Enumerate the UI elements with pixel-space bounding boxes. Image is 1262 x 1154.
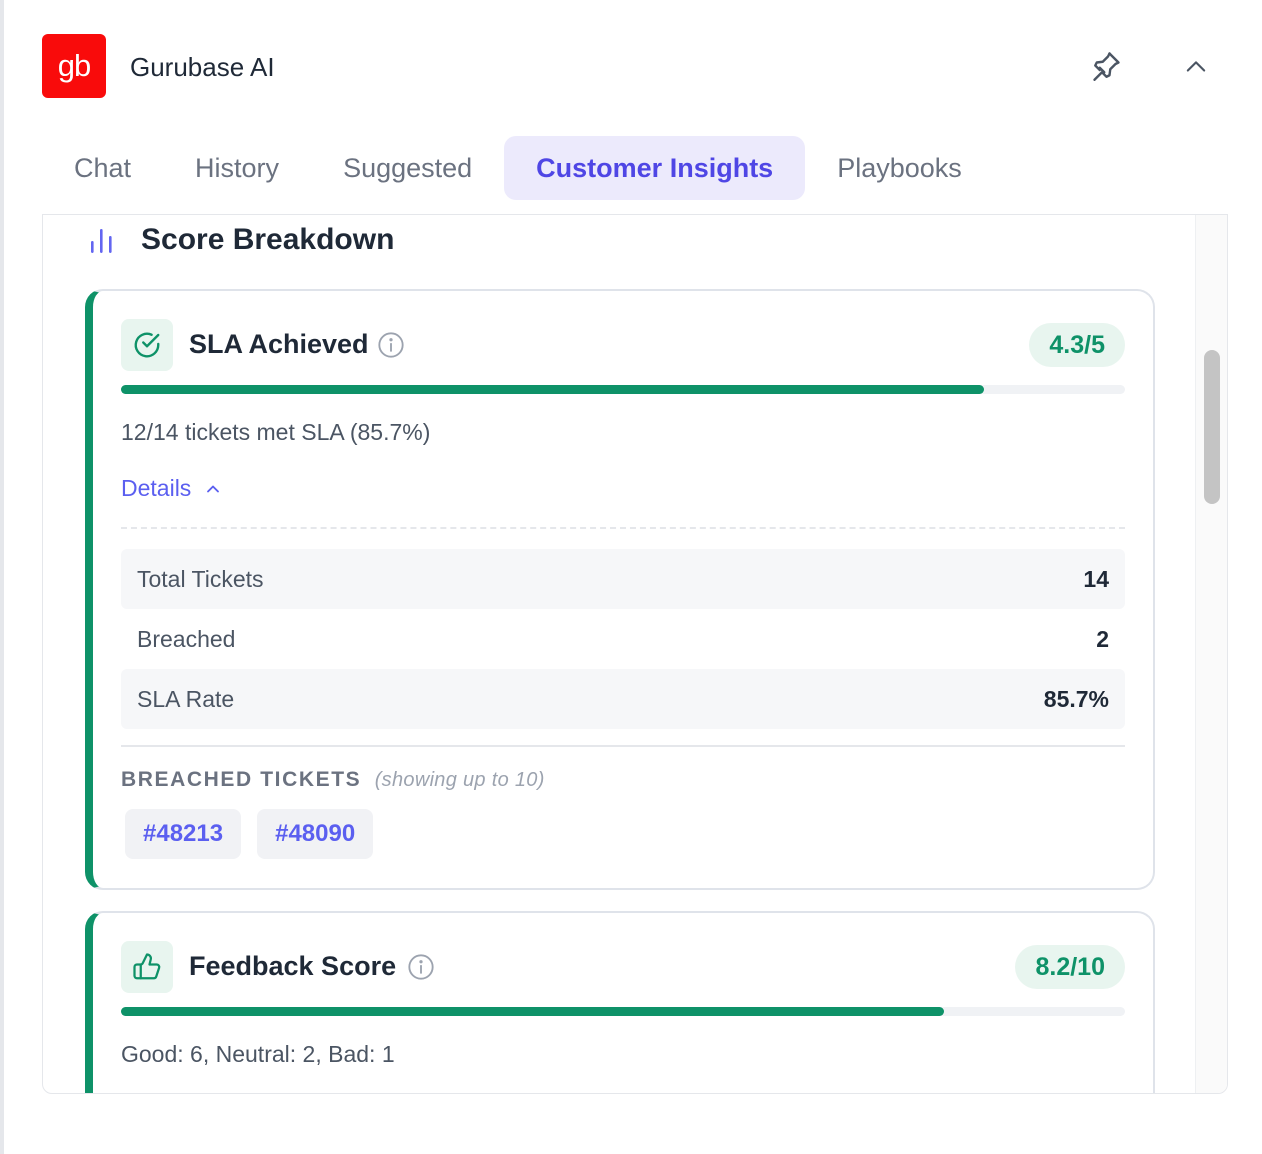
ticket-chip[interactable]: #48213: [125, 809, 242, 859]
stat-value: 2: [1096, 625, 1109, 652]
sla-progress-fill: [121, 385, 985, 394]
feedback-score-badge: 8.2/10: [1015, 945, 1125, 989]
sla-icon-badge: [121, 319, 173, 371]
feedback-progress-fill: [121, 1007, 945, 1016]
breached-heading-text: BREACHED TICKETS: [121, 768, 362, 791]
sla-stats: Total Tickets 14 Breached 2 SLA Rate 85.…: [121, 549, 1125, 729]
tab-suggested[interactable]: Suggested: [311, 136, 504, 200]
stats-divider: [121, 745, 1125, 747]
stat-row: SLA Rate 85.7%: [121, 669, 1125, 729]
stat-row: Total Tickets 14: [121, 549, 1125, 609]
stat-label: Breached: [137, 625, 236, 652]
ticket-chip[interactable]: #48090: [257, 809, 374, 859]
tab-bar: Chat History Suggested Customer Insights…: [42, 136, 994, 200]
scrollbar-thumb[interactable]: [1204, 350, 1220, 504]
scrollbar-track[interactable]: [1195, 215, 1227, 1093]
breached-note: (showing up to 10): [374, 769, 545, 791]
stat-value: 14: [1083, 565, 1109, 592]
stat-value: 85.7%: [1043, 685, 1109, 712]
details-label: Details: [121, 475, 192, 501]
tab-customer-insights[interactable]: Customer Insights: [504, 136, 806, 200]
section-title: Score Breakdown: [141, 223, 395, 256]
sla-summary: 12/14 tickets met SLA (85.7%): [121, 419, 431, 445]
feedback-icon-badge: [121, 941, 173, 993]
section-header: Score Breakdown: [89, 223, 394, 257]
feedback-summary: Good: 6, Neutral: 2, Bad: 1: [121, 1041, 395, 1067]
feedback-title: Feedback Score: [189, 951, 397, 981]
app-title: Gurubase AI: [130, 52, 275, 82]
bar-chart-icon: [91, 229, 112, 253]
chevron-up-icon: [207, 485, 220, 492]
details-divider: [121, 527, 1125, 529]
feedback-card: Feedback Score 8.2/10 Good: 6, Neutral: …: [85, 911, 1155, 1093]
info-icon[interactable]: [377, 331, 405, 359]
tab-chat[interactable]: Chat: [42, 136, 163, 200]
app-header: gb Gurubase AI: [42, 34, 1222, 98]
breached-ticket-list: #48213 #48090: [125, 809, 374, 859]
window-left-edge: [0, 0, 4, 1154]
stat-row: Breached 2: [121, 609, 1125, 669]
thumbs-up-icon: [133, 953, 161, 980]
collapse-button[interactable]: [1177, 48, 1215, 86]
insights-panel: Score Breakdown SLA Achieved 4.3/5 12/14…: [42, 214, 1228, 1094]
app-logo: gb: [42, 34, 106, 98]
pin-icon: [1093, 52, 1120, 81]
breached-heading: BREACHED TICKETS (showing up to 10): [121, 768, 545, 792]
sla-score-badge: 4.3/5: [1029, 323, 1125, 367]
chevron-up-icon: [1186, 61, 1206, 72]
sla-card: SLA Achieved 4.3/5 12/14 tickets met SLA…: [85, 289, 1155, 890]
stat-label: SLA Rate: [137, 685, 235, 712]
info-icon[interactable]: [407, 953, 435, 981]
sla-title: SLA Achieved: [189, 329, 369, 359]
check-circle-icon: [134, 332, 160, 358]
feedback-progress-track: [121, 1007, 1125, 1016]
pin-button[interactable]: [1086, 48, 1124, 86]
tab-history[interactable]: History: [163, 136, 311, 200]
sla-progress-track: [121, 385, 1125, 394]
details-toggle[interactable]: Details: [121, 475, 223, 502]
stat-label: Total Tickets: [137, 565, 264, 592]
tab-playbooks[interactable]: Playbooks: [805, 136, 994, 200]
